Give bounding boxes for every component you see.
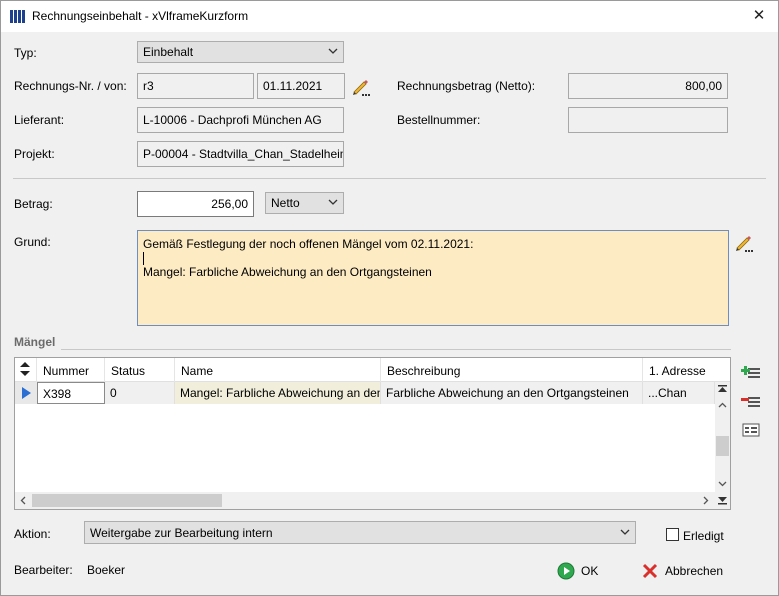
grund-textarea[interactable]: Gemäß Festlegung der noch offenen Mängel… bbox=[137, 230, 729, 326]
cell-adresse[interactable]: ...Chan bbox=[643, 382, 715, 404]
close-button[interactable]: ✕ bbox=[745, 4, 773, 28]
erledigt-label[interactable]: Erledigt bbox=[683, 529, 724, 543]
typ-select[interactable]: Einbehalt bbox=[137, 41, 344, 63]
table-row[interactable]: X398 0 Mangel: Farbliche Abweichung an d… bbox=[15, 382, 715, 404]
betrag-label: Betrag: bbox=[14, 197, 53, 211]
grund-line-1: Gemäß Festlegung der noch offenen Mängel… bbox=[143, 237, 474, 251]
lieferant-field[interactable]: L-10006 - Dachprofi München AG bbox=[137, 107, 344, 133]
scroll-top-icon[interactable] bbox=[715, 382, 730, 397]
column-header-status[interactable]: Status bbox=[105, 358, 175, 382]
chevron-down-icon bbox=[328, 48, 338, 54]
column-header-nummer[interactable]: Nummer bbox=[37, 358, 105, 382]
section-separator bbox=[61, 349, 731, 350]
bestellnummer-label: Bestellnummer: bbox=[397, 113, 481, 127]
aktion-select[interactable]: Weitergabe zur Bearbeitung intern bbox=[84, 521, 636, 544]
cell-beschreibung[interactable]: Farbliche Abweichung an den Ortgangstein… bbox=[381, 382, 643, 404]
chevron-right-icon[interactable] bbox=[698, 493, 713, 508]
chevron-left-icon[interactable] bbox=[16, 493, 31, 508]
betrag-mode-value: Netto bbox=[271, 196, 300, 210]
projekt-field[interactable]: P-00004 - Stadtvilla_Chan_Stadelheim_ bbox=[137, 141, 344, 167]
grund-label: Grund: bbox=[14, 235, 51, 249]
cell-name[interactable]: Mangel: Farbliche Abweichung an den Ortg… bbox=[175, 382, 381, 404]
ok-play-icon bbox=[557, 562, 575, 580]
cancel-label: Abbrechen bbox=[665, 564, 724, 578]
typ-value: Einbehalt bbox=[143, 45, 194, 59]
aktion-value: Weitergabe zur Bearbeitung intern bbox=[90, 526, 273, 540]
betrag-mode-select[interactable]: Netto bbox=[265, 192, 344, 214]
chevron-down-icon bbox=[620, 529, 630, 535]
close-icon[interactable]: ✕ bbox=[753, 7, 766, 24]
remove-row-icon[interactable] bbox=[741, 392, 761, 410]
table-header: Nummer Status Name Beschreibung 1. Adres… bbox=[15, 358, 730, 382]
scroll-down-button[interactable] bbox=[715, 476, 730, 491]
column-header-name[interactable]: Name bbox=[175, 358, 381, 382]
window-title: Rechnungseinbehalt - xVlframeKurzform bbox=[32, 9, 249, 23]
lieferant-label: Lieferant: bbox=[14, 113, 65, 127]
typ-label: Typ: bbox=[14, 46, 37, 60]
rechnung-nr-field[interactable]: r3 bbox=[137, 73, 254, 99]
cancel-x-icon bbox=[642, 563, 658, 579]
rechnung-datum-field[interactable]: 01.11.2021 bbox=[257, 73, 345, 99]
cell-status[interactable]: 0 bbox=[105, 382, 175, 404]
betrag-input[interactable]: 256,00 bbox=[137, 191, 254, 217]
scroll-right-button[interactable] bbox=[698, 493, 713, 508]
bearbeiter-value: Boeker bbox=[87, 563, 126, 577]
edit-pencil-icon[interactable] bbox=[734, 233, 754, 253]
ok-label: OK bbox=[581, 564, 599, 578]
row-selector[interactable] bbox=[15, 382, 37, 404]
scroll-bottom-button[interactable] bbox=[715, 492, 730, 507]
hscroll-thumb[interactable] bbox=[32, 494, 222, 507]
cell-nummer[interactable]: X398 bbox=[37, 382, 105, 404]
separator bbox=[13, 178, 766, 179]
add-row-icon[interactable] bbox=[741, 363, 761, 381]
text-caret bbox=[143, 252, 144, 266]
ok-button[interactable]: OK bbox=[557, 559, 617, 583]
scroll-up-button[interactable] bbox=[715, 398, 730, 413]
scroll-bottom-icon[interactable] bbox=[715, 492, 730, 507]
maengel-section-label: Mängel bbox=[14, 335, 56, 349]
bearbeiter-label: Bearbeiter: bbox=[14, 563, 73, 577]
maengel-table[interactable]: Nummer Status Name Beschreibung 1. Adres… bbox=[14, 357, 731, 510]
rechnungsbetrag-field: 800,00 bbox=[568, 73, 728, 99]
erledigt-checkbox[interactable] bbox=[666, 528, 679, 541]
edit-pencil-icon[interactable] bbox=[351, 77, 371, 97]
details-card-icon[interactable] bbox=[741, 421, 761, 439]
rechnung-label: Rechnungs-Nr. / von: bbox=[14, 79, 127, 93]
grund-line-3: Mangel: Farbliche Abweichung an den Ortg… bbox=[143, 265, 432, 279]
chevron-up-icon[interactable] bbox=[715, 398, 730, 413]
aktion-label: Aktion: bbox=[14, 527, 51, 541]
sort-arrows-icon[interactable] bbox=[19, 362, 31, 376]
row-pointer-icon bbox=[22, 387, 31, 399]
scroll-left-button[interactable] bbox=[16, 493, 31, 508]
projekt-label: Projekt: bbox=[14, 147, 55, 161]
rechnungsbetrag-label: Rechnungsbetrag (Netto): bbox=[397, 79, 536, 93]
chevron-down-icon[interactable] bbox=[715, 476, 730, 491]
scroll-top-button[interactable] bbox=[715, 382, 730, 397]
app-icon bbox=[10, 10, 25, 23]
horizontal-scrollbar[interactable] bbox=[15, 492, 715, 509]
column-header-beschreibung[interactable]: Beschreibung bbox=[381, 358, 643, 382]
bestellnummer-field[interactable] bbox=[568, 107, 728, 133]
column-header-adresse[interactable]: 1. Adresse bbox=[643, 358, 730, 382]
grund-line-2 bbox=[143, 251, 723, 266]
vertical-scrollbar[interactable] bbox=[715, 382, 730, 509]
title-bar: Rechnungseinbehalt - xVlframeKurzform ✕ bbox=[1, 1, 778, 32]
sort-column-button[interactable] bbox=[15, 358, 37, 382]
scroll-thumb[interactable] bbox=[716, 436, 729, 456]
chevron-down-icon bbox=[328, 199, 338, 205]
cancel-button[interactable]: Abbrechen bbox=[641, 559, 741, 583]
dialog-window: Rechnungseinbehalt - xVlframeKurzform ✕ … bbox=[0, 0, 779, 596]
